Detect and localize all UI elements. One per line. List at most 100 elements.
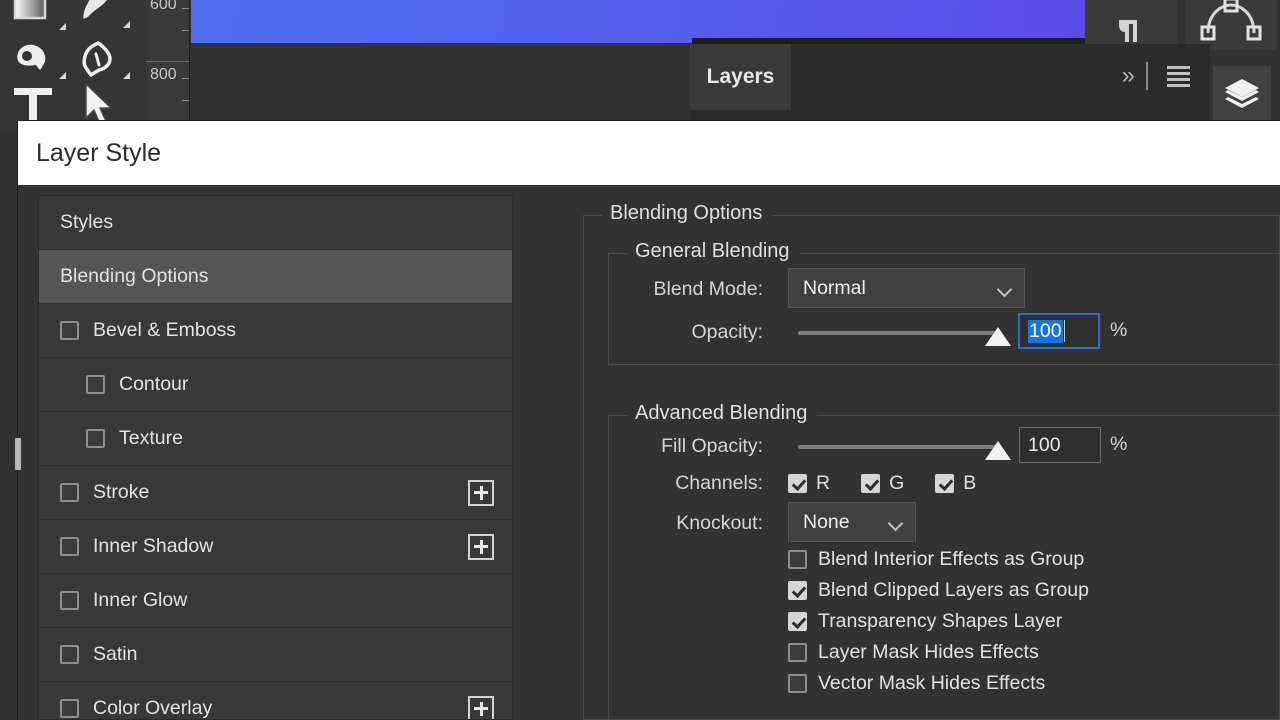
double-chevron-right-icon[interactable]: » [1122,64,1135,88]
dodge-burn-icon [17,44,46,70]
tools-panel [0,0,146,130]
paths-panel-button[interactable] [1185,0,1277,50]
style-enable-checkbox[interactable] [86,375,105,394]
layers-stack-icon [1225,79,1259,108]
blur-tool[interactable] [72,0,134,31]
option-blend-clipped-layers-as-group[interactable]: Blend Clipped Layers as Group [788,575,1089,606]
option-layer-mask-hides-effects-label: Layer Mask Hides Effects [818,641,1039,663]
panel-divider [1146,62,1148,90]
ruler-tick [182,8,189,9]
style-enable-checkbox[interactable] [60,483,79,502]
add-effect-button[interactable] [468,479,494,506]
tab-layers[interactable]: Layers [690,44,791,110]
gradient-tool[interactable] [8,0,70,33]
type-t-icon [14,88,52,124]
option-layer-mask-hides-effects-checkbox[interactable] [788,643,807,662]
ruler-tick [182,78,189,79]
style-row-styles[interactable]: Styles [39,196,512,250]
pen-tool[interactable] [72,35,134,82]
style-enable-checkbox[interactable] [60,699,79,718]
opacity-percent-label: % [1110,319,1128,341]
layers-panel-header-bar: » [791,44,1210,110]
fill-opacity-slider-track[interactable] [798,445,998,449]
tool-options-corner [59,72,66,79]
style-enable-checkbox[interactable] [86,429,105,448]
option-vector-mask-hides-effects-checkbox[interactable] [788,674,807,693]
channels-checkbox-group: RGB [788,472,1007,495]
option-blend-interior-effects-as-group-label: Blend Interior Effects as Group [818,548,1085,570]
tab-layers-label: Layers [706,65,775,88]
ruler-mark: 600 [150,0,177,13]
chevron-down-icon [887,515,904,532]
style-row-color-overlay[interactable]: Color Overlay [39,682,512,719]
style-row-inner-glow[interactable]: Inner Glow [39,574,512,628]
blur-smudge-icon [83,0,107,19]
style-row-inner-shadow[interactable]: Inner Shadow [39,520,512,574]
option-blend-clipped-layers-as-group-checkbox[interactable] [788,581,807,600]
dialog-title: Layer Style [36,139,162,167]
dialog-scrollbar-thumb[interactable] [15,438,21,470]
channel-b-checkbox[interactable] [935,474,955,493]
layer-style-dialog: Layer Style Styles Blending Options Bevel … [15,121,1280,720]
general-blending-group-title: General Blending [627,240,800,263]
opacity-slider-thumb[interactable] [985,327,1011,346]
knockout-label: Knockout: [676,512,763,534]
channel-g[interactable]: G [861,472,904,495]
opacity-slider-track[interactable] [798,331,998,335]
ruler-mark: 800 [150,66,177,83]
ruler-major-line [146,61,189,62]
style-row-label: Satin [93,643,138,665]
dodge-tool[interactable] [8,35,70,82]
fill-opacity-slider-thumb[interactable] [985,441,1011,460]
style-enable-checkbox[interactable] [60,321,79,340]
dialog-titlebar[interactable]: Layer Style [18,121,1280,185]
anchor-points-icon [1200,0,1262,41]
document-canvas[interactable] [191,0,1085,43]
hamburger-menu-icon[interactable] [1167,66,1190,87]
style-row-contour[interactable]: Contour [39,358,512,412]
channel-b[interactable]: B [935,472,976,495]
path-selection-tool[interactable] [76,80,138,127]
channel-r-checkbox[interactable] [788,474,807,493]
vertical-ruler: 600 800 [146,0,190,120]
pen-icon [82,41,112,77]
styles-list[interactable]: Styles Blending Options Bevel & Emboss Cont… [38,195,513,720]
style-row-bevel-emboss[interactable]: Bevel & Emboss [39,304,512,358]
add-effect-button[interactable] [468,695,494,719]
blend-mode-value: Normal [803,276,866,299]
add-effect-button[interactable] [468,533,494,560]
photoshop-window: 600 800 Layers » Layer Style Styles Blen… [0,0,1280,720]
opacity-input[interactable]: 100 [1018,313,1100,349]
option-vector-mask-hides-effects[interactable]: Vector Mask Hides Effects [788,668,1089,699]
channel-g-checkbox[interactable] [861,474,881,493]
style-enable-checkbox[interactable] [60,591,79,610]
style-enable-checkbox[interactable] [60,537,79,556]
tool-options-corner [123,72,130,79]
style-row-label: Inner Shadow [93,535,214,557]
style-row-label: Styles [60,211,114,233]
option-blend-interior-effects-as-group-checkbox[interactable] [788,550,807,569]
style-row-blending-options[interactable]: Blending Options [39,250,512,304]
knockout-select[interactable]: None [788,502,916,542]
style-row-satin[interactable]: Satin [39,628,512,682]
style-row-stroke[interactable]: Stroke [39,466,512,520]
fill-opacity-input[interactable]: 100 [1019,427,1101,463]
style-row-label: Texture [119,427,183,449]
option-layer-mask-hides-effects[interactable]: Layer Mask Hides Effects [788,637,1089,668]
tool-options-corner [123,21,130,28]
layers-panel-shortcut-button[interactable] [1213,66,1271,124]
option-transparency-shapes-layer-checkbox[interactable] [788,612,807,631]
channel-r[interactable]: R [788,472,830,495]
option-blend-interior-effects-as-group[interactable]: Blend Interior Effects as Group [788,544,1089,575]
style-row-texture[interactable]: Texture [39,412,512,466]
style-row-label: Blending Options [60,265,209,287]
style-row-label: Inner Glow [93,589,188,611]
option-transparency-shapes-layer[interactable]: Transparency Shapes Layer [788,606,1089,637]
style-enable-checkbox[interactable] [60,645,79,664]
blend-mode-select[interactable]: Normal [788,268,1025,308]
chevron-down-icon [996,281,1013,298]
style-row-label: Bevel & Emboss [93,319,237,341]
fill-opacity-input-value: 100 [1028,433,1061,456]
layers-panel: Layers » [690,44,1210,120]
channel-b-label: B [963,472,977,494]
